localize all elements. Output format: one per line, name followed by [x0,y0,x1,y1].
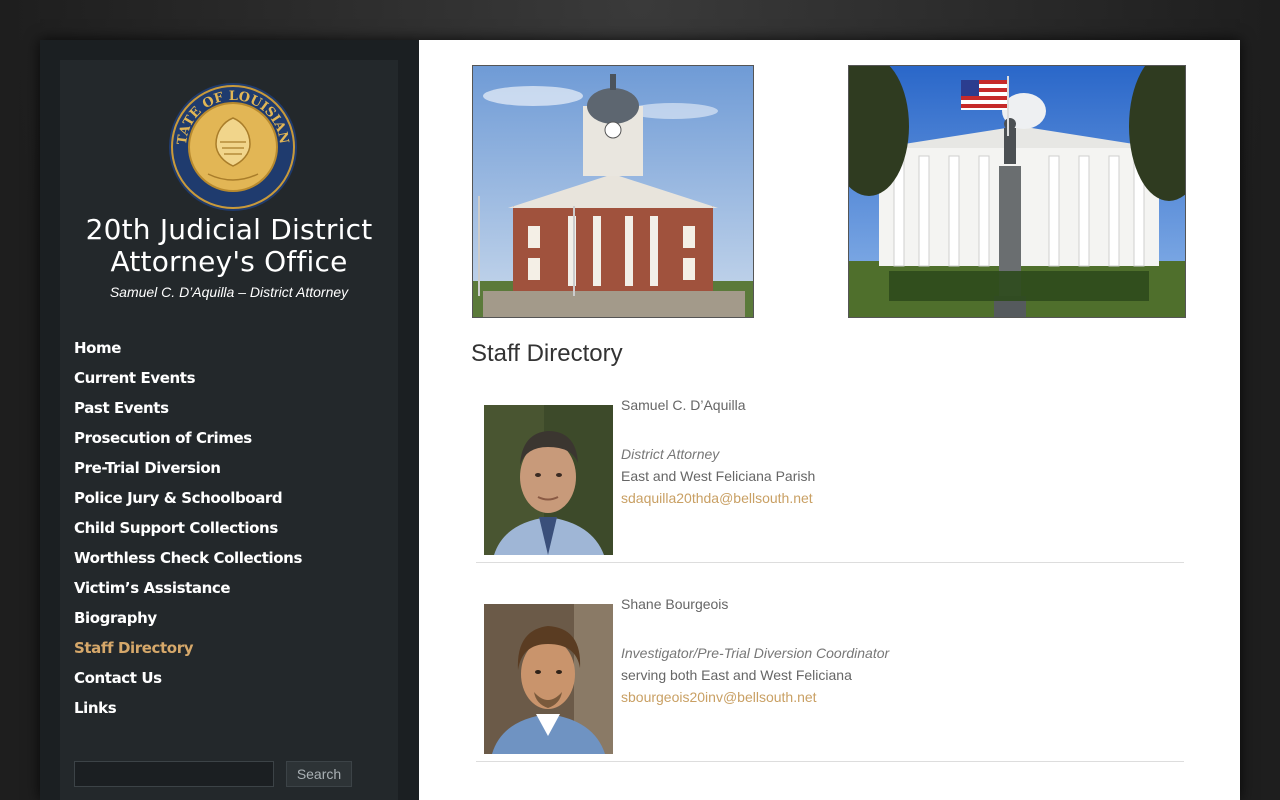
nav-item-staff-directory[interactable]: Staff Directory [74,638,302,668]
search-button[interactable]: Search [286,761,352,787]
page-frame: STATE OF LOUISIANA 20th Judicial Distric… [40,40,1240,800]
staff-entry: Shane Bourgeois Investigator/Pre-Trial D… [476,596,1184,762]
staff-portrait [484,405,613,555]
staff-email-link[interactable]: sdaquilla20thda@bellsouth.net [621,490,813,506]
main-nav: Home Current Events Past Events Prosecut… [74,338,302,728]
staff-divider [476,562,1184,563]
staff-area: East and West Feliciana Parish [621,468,816,484]
staff-entry-partial [476,795,1184,800]
nav-item-victims-assistance[interactable]: Victim’s Assistance [74,578,302,608]
historic-building-photo [848,65,1186,318]
nav-item-worthless-check-collections[interactable]: Worthless Check Collections [74,548,302,578]
nav-item-past-events[interactable]: Past Events [74,398,302,428]
nav-item-pre-trial-diversion[interactable]: Pre-Trial Diversion [74,458,302,488]
nav-item-prosecution-of-crimes[interactable]: Prosecution of Crimes [74,428,302,458]
staff-role: Investigator/Pre-Trial Diversion Coordin… [621,645,890,661]
staff-email-link[interactable]: sbourgeois20inv@bellsouth.net [621,689,817,705]
staff-entry: Samuel C. D’Aquilla District Attorney Ea… [476,397,1184,563]
main-content: Staff Directory Samuel C. D’Aquilla Dist… [419,40,1240,800]
staff-portrait [484,604,613,754]
courthouse-photo [472,65,754,318]
page-title: Staff Directory [471,340,623,367]
staff-name: Samuel C. D’Aquilla [621,397,746,413]
nav-item-contact-us[interactable]: Contact Us [74,668,302,698]
nav-item-police-jury-schoolboard[interactable]: Police Jury & Schoolboard [74,488,302,518]
site-subtitle: Samuel C. D’Aquilla – District Attorney [109,284,349,300]
sidebar: STATE OF LOUISIANA 20th Judicial Distric… [60,60,398,800]
staff-name: Shane Bourgeois [621,596,729,612]
search-input[interactable] [74,761,274,787]
nav-item-home[interactable]: Home [74,338,302,368]
staff-name-partial [621,795,625,800]
nav-item-biography[interactable]: Biography [74,608,302,638]
nav-item-child-support-collections[interactable]: Child Support Collections [74,518,302,548]
staff-divider [476,761,1184,762]
nav-item-links[interactable]: Links [74,698,302,728]
site-title: 20th Judicial District Attorney's Office [85,213,373,278]
louisiana-seal-logo: STATE OF LOUISIANA [168,82,297,211]
nav-item-current-events[interactable]: Current Events [74,368,302,398]
staff-area: serving both East and West Feliciana [621,667,852,683]
staff-role: District Attorney [621,446,720,462]
